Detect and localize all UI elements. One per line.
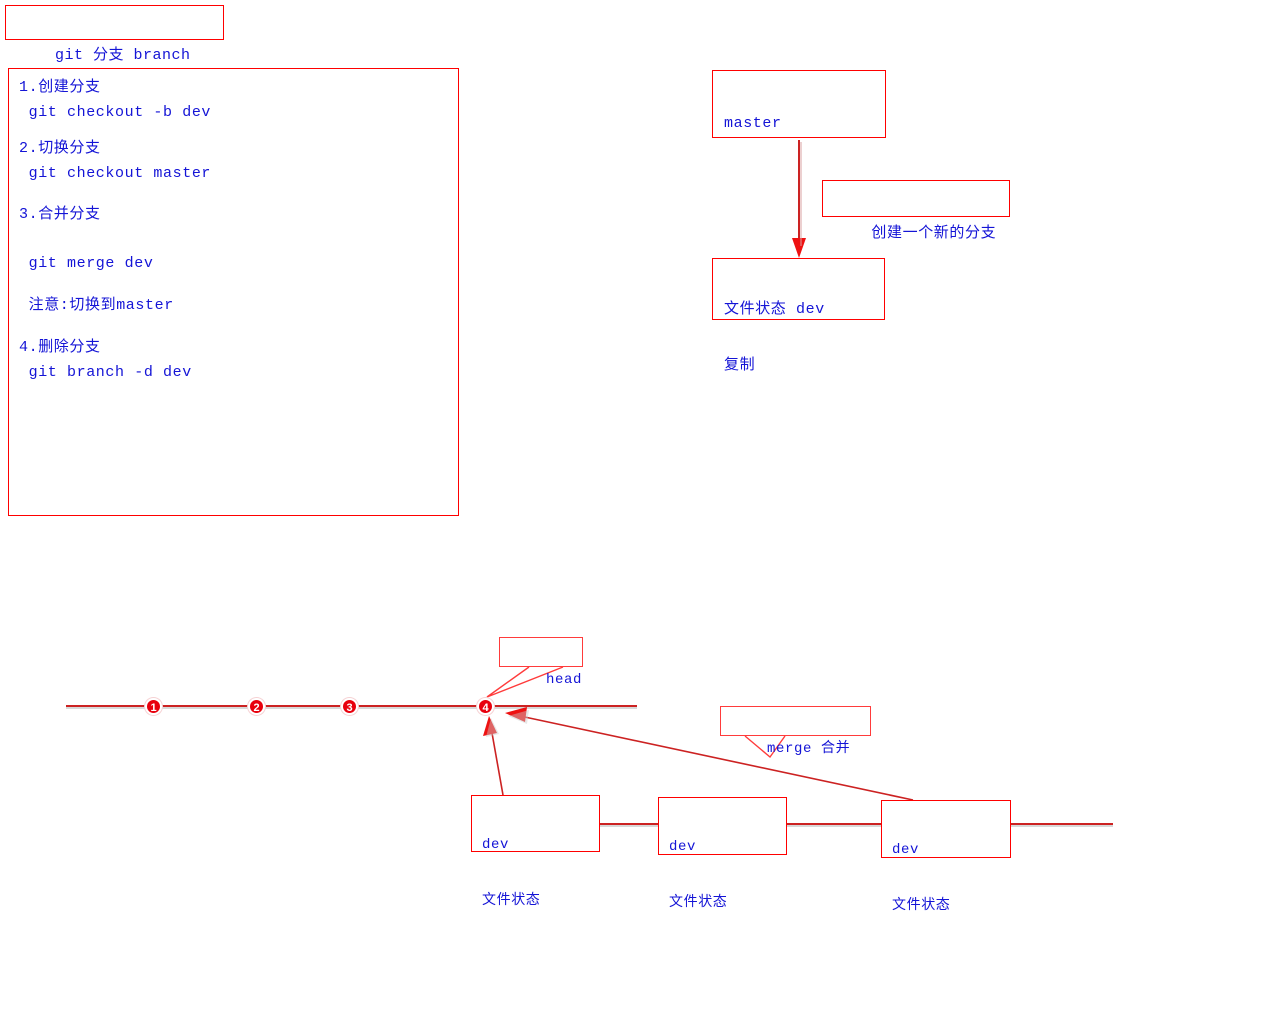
master-branch-label: master xyxy=(724,115,782,132)
dev-branch-box-2-line2: 文件状态 xyxy=(669,895,728,911)
git-command-line: 2.切换分支 xyxy=(19,140,101,157)
head-callout-label: head xyxy=(546,672,583,688)
commit-node: 2 xyxy=(248,698,265,715)
git-command-line: git checkout master xyxy=(19,165,212,182)
page-title: git 分支 branch xyxy=(55,47,191,64)
dev-branch-box-3: dev 文件状态 xyxy=(881,800,1011,914)
git-command-line: 3.合并分支 xyxy=(19,206,101,223)
dev-file-state-box: 文件状态 dev 复制 xyxy=(712,258,885,374)
git-command-line: 1.创建分支 xyxy=(19,79,101,96)
commit-node: 4 xyxy=(477,698,494,715)
commit-node: 1 xyxy=(145,698,162,715)
dev-branch-box-2-line1: dev xyxy=(669,839,697,855)
merge-callout-label: merge 合并 xyxy=(767,741,851,757)
git-command-line: git branch -d dev xyxy=(19,364,192,381)
dev-branch-box-3-line1: dev xyxy=(892,842,920,858)
dev-branch-box-3-line2: 文件状态 xyxy=(892,898,951,914)
dev-branch-box-2: dev 文件状态 xyxy=(658,797,787,911)
git-command-line: git merge dev xyxy=(19,255,154,272)
dev-branch-box-1: dev 文件状态 xyxy=(471,795,600,909)
dev-to-head-arrow xyxy=(483,716,504,796)
create-branch-note-label: 创建一个新的分支 xyxy=(871,225,997,242)
git-command-line: 注意:切换到master xyxy=(19,297,174,314)
git-commands-list: 1.创建分支 git checkout -b dev 2.切换分支 git che… xyxy=(19,75,449,381)
dev-branch-box-1-line2: 文件状态 xyxy=(482,893,541,909)
git-commands-panel: 1.创建分支 git checkout -b dev 2.切换分支 git che… xyxy=(8,68,459,516)
diagram-canvas: git 分支 branch 1.创建分支 git checkout -b dev… xyxy=(0,0,1269,1034)
git-command-line: git checkout -b dev xyxy=(19,104,212,121)
dev-file-state-line2: 复制 xyxy=(724,357,756,374)
commit-node: 3 xyxy=(341,698,358,715)
merge-callout-box: merge 合并 xyxy=(720,706,871,757)
page-title-box: git 分支 branch xyxy=(5,5,224,64)
dev-file-state-line1: 文件状态 dev xyxy=(724,301,825,318)
dev-branch-box-1-line1: dev xyxy=(482,837,510,853)
git-command-line: 4.删除分支 xyxy=(19,339,101,356)
head-callout-box: head xyxy=(499,637,583,688)
master-branch-box: master xyxy=(712,70,886,138)
create-branch-note-box: 创建一个新的分支 xyxy=(822,180,1010,242)
